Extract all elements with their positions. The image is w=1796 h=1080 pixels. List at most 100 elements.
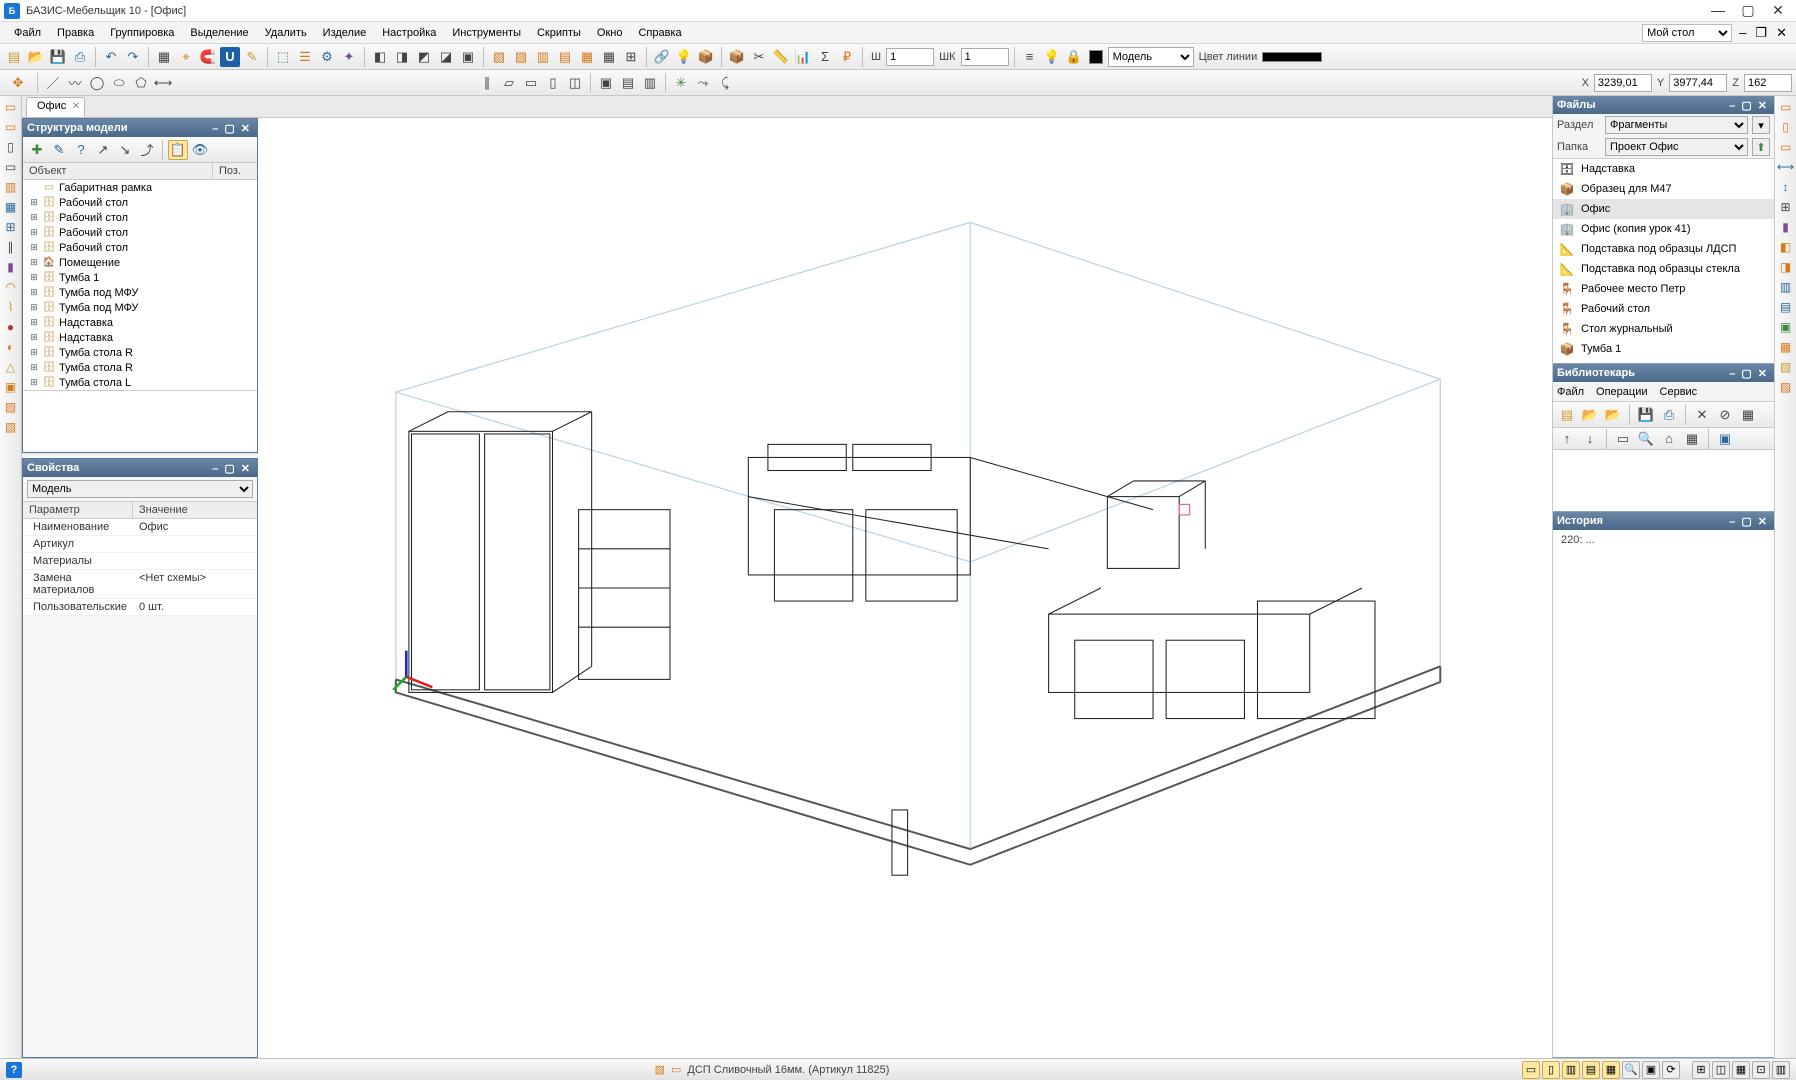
vs-grid[interactable]: ▦ — [2, 198, 20, 216]
rs-b15[interactable]: ▨ — [1777, 378, 1795, 396]
table2-button[interactable]: ⊞ — [621, 47, 641, 67]
vs-cube3[interactable]: ▧ — [2, 418, 20, 436]
struct-copy-button[interactable]: 📋 — [168, 140, 188, 160]
coord-y-input[interactable] — [1669, 74, 1727, 92]
struct-arc2-button[interactable]: ↘ — [115, 140, 135, 160]
tree-row[interactable]: ⊞🗄Тумба под МФУ — [23, 285, 257, 300]
magnet-button[interactable]: 🧲 — [198, 47, 218, 67]
lib-down-button[interactable]: ↓ — [1580, 429, 1600, 449]
rs-b13[interactable]: ▦ — [1777, 338, 1795, 356]
property-row[interactable]: Материалы — [23, 553, 257, 570]
rs-b14[interactable]: ▧ — [1777, 358, 1795, 376]
vs-vbars[interactable]: ∥ — [2, 238, 20, 256]
lib-x3-button[interactable]: ▦ — [1738, 405, 1758, 425]
properties-selector[interactable]: Модель — [27, 480, 253, 498]
property-row[interactable]: Артикул — [23, 536, 257, 553]
lib-max[interactable]: ▢ — [1738, 368, 1754, 380]
menu-Скрипты[interactable]: Скрипты — [529, 25, 589, 41]
lib-b3-button[interactable]: ⌂ — [1659, 429, 1679, 449]
save-all-button[interactable]: ⎙ — [70, 47, 90, 67]
link-button[interactable]: 🔗 — [652, 47, 672, 67]
box4-button[interactable]: ▤ — [555, 47, 575, 67]
menu-Изделие[interactable]: Изделие — [315, 25, 375, 41]
struct-eye-button[interactable]: 👁 — [190, 140, 210, 160]
package2-button[interactable]: 📦 — [727, 47, 747, 67]
lib-menu-Операции[interactable]: Операции — [1596, 386, 1647, 398]
width-input[interactable] — [886, 48, 934, 66]
box-button[interactable]: ▧ — [489, 47, 509, 67]
vs-arc[interactable]: ◠ — [2, 278, 20, 296]
rs-b10[interactable]: ▥ — [1777, 278, 1795, 296]
property-row[interactable]: НаименованиеОфис — [23, 519, 257, 536]
layer-selector[interactable]: Модель — [1108, 47, 1194, 67]
coord-x-input[interactable] — [1594, 74, 1652, 92]
document-tab-office[interactable]: Офис ✕ — [26, 97, 85, 117]
open-file-button[interactable]: 📂 — [26, 47, 46, 67]
files-folder-select[interactable]: Проект Офис — [1605, 138, 1748, 156]
sb-6[interactable]: 🔍 — [1622, 1061, 1640, 1079]
rs-b6[interactable]: ⊞ — [1777, 198, 1795, 216]
help-icon[interactable]: ? — [6, 1062, 22, 1078]
props-panel-min[interactable]: – — [209, 463, 221, 475]
vs-cube[interactable]: ▣ — [2, 378, 20, 396]
vs-panel[interactable]: ▥ — [2, 178, 20, 196]
files-filter-button[interactable]: ▾ — [1752, 116, 1770, 134]
break-button[interactable]: ⤹ — [715, 73, 735, 93]
vs-books[interactable]: ▮ — [2, 258, 20, 276]
file-row[interactable]: 🗄Надставка — [1553, 159, 1774, 179]
tool-pencil-button[interactable]: ✎ — [242, 47, 262, 67]
tool-layers-button[interactable]: ☰ — [295, 47, 315, 67]
lib-b5-button[interactable]: ▣ — [1715, 429, 1735, 449]
menu-Справка[interactable]: Справка — [630, 25, 689, 41]
dim-tool-button[interactable]: ⟷ — [153, 73, 173, 93]
window-close-button[interactable]: ✕ — [1770, 2, 1786, 19]
lib-new-button[interactable]: ▤ — [1557, 405, 1577, 425]
file-row[interactable]: 📐Подставка под образцы стекла — [1553, 259, 1774, 279]
rs-b4[interactable]: ⟷ — [1777, 158, 1795, 176]
sb-2[interactable]: ▯ — [1542, 1061, 1560, 1079]
file-row[interactable]: 🏢Офис (копия урок 41) — [1553, 219, 1774, 239]
property-row[interactable]: Замена материалов<Нет схемы> — [23, 570, 257, 599]
view-iso4-button[interactable]: ◪ — [436, 47, 456, 67]
structure-panel-close[interactable]: ✕ — [238, 123, 253, 135]
files-min[interactable]: – — [1726, 100, 1738, 112]
sb-13[interactable]: ▥ — [1772, 1061, 1790, 1079]
∥-button[interactable]: ∥ — [477, 73, 497, 93]
box5-button[interactable]: ▦ — [577, 47, 597, 67]
ortho-button[interactable]: U — [220, 47, 240, 67]
file-row[interactable]: 🏢Офис — [1553, 199, 1774, 219]
sq3-button[interactable]: ▯ — [543, 73, 563, 93]
tree-row[interactable]: ⊞🏠Помещение — [23, 255, 257, 270]
sq2-button[interactable]: ▭ — [521, 73, 541, 93]
3d-viewport[interactable] — [258, 118, 1552, 1058]
widthk-input[interactable] — [961, 48, 1009, 66]
vs-box1[interactable]: ▭ — [2, 98, 20, 116]
file-row[interactable]: 📦Образец для М47 — [1553, 179, 1774, 199]
document-tab-close-icon[interactable]: ✕ — [72, 101, 80, 112]
tree-row[interactable]: ⊞🗄Тумба стола R — [23, 345, 257, 360]
new-file-button[interactable]: ▤ — [4, 47, 24, 67]
structure-panel-min[interactable]: – — [209, 123, 221, 135]
lock-button[interactable]: 🔒 — [1064, 47, 1084, 67]
tree-row[interactable]: ⊞🗄Тумба 1 — [23, 270, 257, 285]
gr2-button[interactable]: ▤ — [618, 73, 638, 93]
lib-menu-Сервис[interactable]: Сервис — [1660, 386, 1698, 398]
lib-x2-button[interactable]: ⊘ — [1715, 405, 1735, 425]
lib-add-button[interactable]: 📂 — [1603, 405, 1623, 425]
lib-x1-button[interactable]: ✕ — [1692, 405, 1712, 425]
cut-button[interactable]: ✂ — [749, 47, 769, 67]
rs-b11[interactable]: ▤ — [1777, 298, 1795, 316]
vs-roll[interactable]: ⌇ — [2, 298, 20, 316]
vs-box2[interactable]: ▭ — [2, 118, 20, 136]
lib-open-button[interactable]: 📂 — [1580, 405, 1600, 425]
undo-button[interactable]: ↶ — [101, 47, 121, 67]
sb-8[interactable]: ⟳ — [1662, 1061, 1680, 1079]
redo-button[interactable]: ↷ — [123, 47, 143, 67]
struct-arc1-button[interactable]: ↗ — [93, 140, 113, 160]
lib-min[interactable]: – — [1726, 368, 1738, 380]
struct-edit-button[interactable]: ✎ — [49, 140, 69, 160]
view-iso1-button[interactable]: ◧ — [370, 47, 390, 67]
vs-cone[interactable]: △ — [2, 358, 20, 376]
rs-b3[interactable]: ▭ — [1777, 138, 1795, 156]
workspace-selector[interactable]: Мой стол — [1642, 24, 1732, 42]
